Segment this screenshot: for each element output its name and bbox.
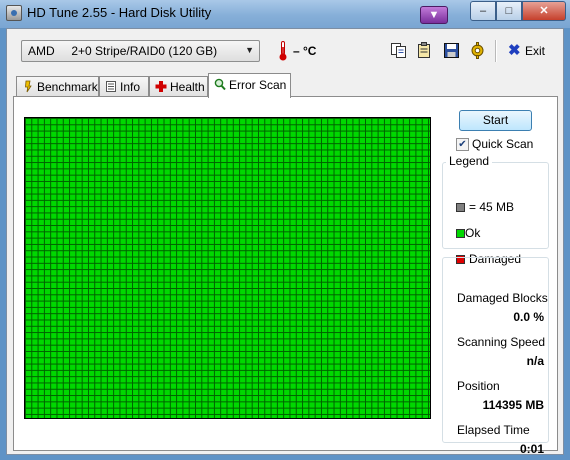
tab-benchmark[interactable]: Benchmark xyxy=(16,76,99,96)
tab-label: Error Scan xyxy=(229,78,287,92)
scanning-speed-label: Scanning Speed xyxy=(457,335,546,349)
options-icon[interactable] xyxy=(469,42,486,59)
start-button[interactable]: Start xyxy=(459,110,532,131)
temperature-readout: – °C xyxy=(293,44,317,58)
drive-select-value: AMD 2+0 Stripe/RAID0 (120 GB) xyxy=(28,44,218,58)
position-label: Position xyxy=(457,379,500,393)
close-button[interactable]: ✕ xyxy=(522,1,566,21)
download-arrow-icon[interactable]: ▼ xyxy=(420,6,448,24)
window-title: HD Tune 2.55 - Hard Disk Utility xyxy=(27,5,212,20)
error-scan-panel: Start ✔ Quick Scan Legend = 45 MB Ok Dam… xyxy=(13,96,558,456)
minimize-button[interactable]: – xyxy=(470,1,496,21)
save-icon[interactable] xyxy=(443,42,460,59)
tab-health[interactable]: Health xyxy=(149,76,208,96)
title-bar[interactable]: HD Tune 2.55 - Hard Disk Utility ▼ – □ ✕ xyxy=(0,0,570,28)
quick-scan-checkbox[interactable]: ✔ xyxy=(456,138,469,151)
elapsed-time-label: Elapsed Time xyxy=(457,423,530,437)
exit-label: Exit xyxy=(525,44,546,58)
maximize-button[interactable]: □ xyxy=(496,1,522,21)
thermometer-icon xyxy=(279,41,287,61)
drive-select[interactable]: AMD 2+0 Stripe/RAID0 (120 GB) ▼ xyxy=(21,40,260,62)
elapsed-time-value: 0:01 xyxy=(519,442,544,456)
tab-label: Health xyxy=(170,80,205,94)
position-value: 114395 MB xyxy=(482,398,544,412)
legend-label-unit: = 45 MB xyxy=(469,200,515,214)
legend-swatch-unit xyxy=(456,203,465,212)
stats-group xyxy=(442,257,549,443)
search-icon xyxy=(214,78,226,91)
exit-button[interactable]: ✖ Exit xyxy=(505,42,545,60)
chevron-down-icon: ▼ xyxy=(245,45,254,55)
tab-label: Benchmark xyxy=(37,80,98,94)
scan-block-map xyxy=(24,117,431,419)
quick-scan-label[interactable]: Quick Scan xyxy=(472,137,533,151)
tab-info[interactable]: Info xyxy=(99,76,149,96)
legend-label-ok: Ok xyxy=(465,226,481,240)
benchmark-icon xyxy=(25,80,32,93)
close-icon: ✖ xyxy=(508,42,521,59)
tab-error-scan[interactable]: Error Scan xyxy=(208,73,291,98)
copy-icon[interactable] xyxy=(390,42,407,59)
damaged-blocks-value: 0.0 % xyxy=(513,310,544,324)
info-icon xyxy=(106,81,116,92)
legend-swatch-ok xyxy=(456,229,465,238)
main-window: AMD 2+0 Stripe/RAID0 (120 GB) ▼ – °C ✖ E… xyxy=(6,28,564,456)
tab-label: Info xyxy=(120,80,141,94)
scanning-speed-value: n/a xyxy=(526,354,544,368)
toolbar-separator xyxy=(495,40,497,62)
damaged-blocks-label: Damaged Blocks xyxy=(457,291,548,305)
copy-text-icon[interactable] xyxy=(416,42,433,59)
app-icon xyxy=(6,5,22,21)
health-icon xyxy=(155,81,167,92)
legend-title: Legend xyxy=(446,154,493,168)
